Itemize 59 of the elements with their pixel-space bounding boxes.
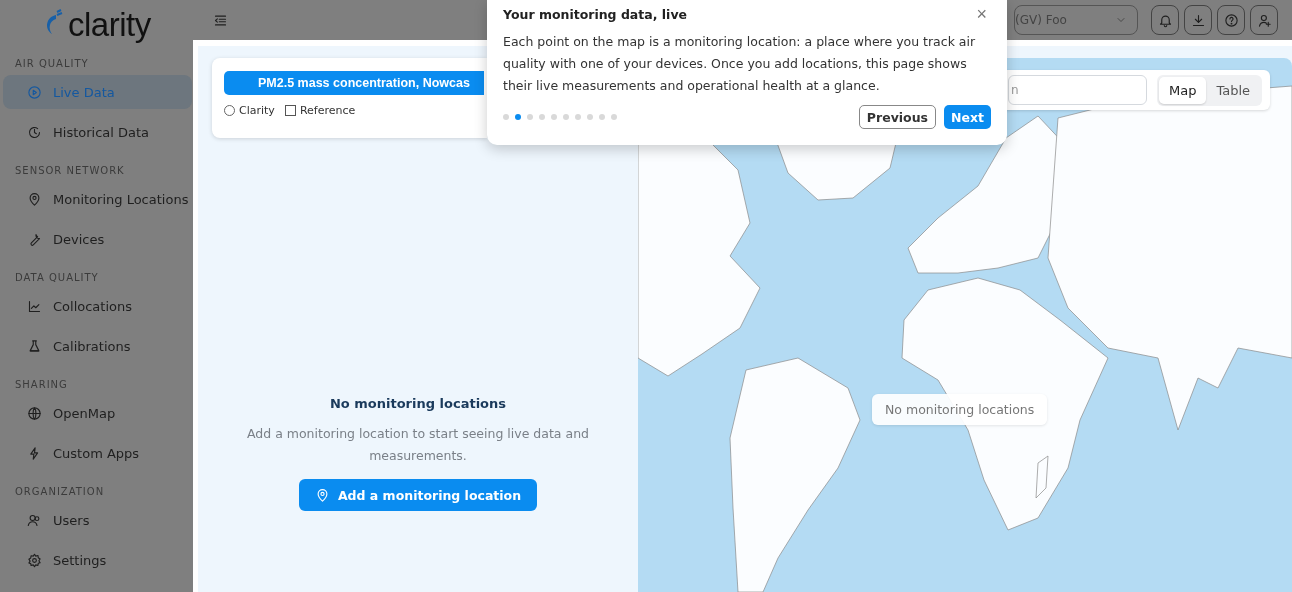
section-heading: SENSOR NETWORK [14, 164, 126, 178]
sidebar-item[interactable]: OpenMap [3, 396, 192, 430]
add-location-button[interactable]: Add a monitoring location [298, 479, 538, 511]
checkbox[interactable] [284, 105, 296, 116]
step-dot[interactable] [611, 114, 617, 120]
empty-state-title: No monitoring locations [329, 396, 507, 411]
sidebar-item[interactable]: Historical Data [3, 115, 192, 149]
globe-icon [27, 405, 42, 421]
step-dot[interactable] [515, 114, 521, 120]
next-button[interactable]: Next [944, 105, 991, 129]
close-button[interactable]: × [972, 4, 991, 25]
user-add-button[interactable] [1250, 5, 1278, 35]
section-heading: DATA QUALITY [14, 271, 100, 285]
clock-icon [27, 124, 42, 140]
organization-select[interactable]: (GV) Foo [1014, 5, 1138, 35]
help-icon [1223, 12, 1239, 28]
step-dot[interactable] [563, 114, 569, 120]
sidebar-item[interactable]: Settings [3, 543, 192, 577]
step-dot[interactable] [503, 114, 509, 120]
sidebar-item[interactable]: Custom Apps [3, 436, 192, 470]
bell-button[interactable] [1151, 5, 1179, 35]
search-field[interactable]: n [1008, 75, 1147, 105]
sidebar-item[interactable]: Devices [3, 222, 192, 256]
line-chart-icon [27, 298, 42, 314]
sidebar-item[interactable]: Monitoring Locations [3, 182, 192, 216]
previous-button[interactable]: Previous [858, 105, 936, 129]
section-heading: SHARING [14, 378, 69, 392]
empty-state-message: Add a monitoring location to start seeing live data and measurements. [245, 425, 591, 465]
logo-text: clarity [68, 7, 151, 41]
map-empty-label: No monitoring locations [872, 394, 1048, 425]
option-label: Reference [299, 104, 356, 117]
wrench-icon [27, 231, 42, 247]
play-circle-icon [27, 84, 42, 100]
sidebar-item[interactable]: Collocations [3, 289, 192, 323]
user-add-icon [1256, 12, 1272, 28]
sidebar-item[interactable]: Users [3, 503, 192, 537]
step-dot[interactable] [599, 114, 605, 120]
view-tab[interactable]: Table [1206, 77, 1261, 104]
step-dot[interactable] [587, 114, 593, 120]
section-heading: AIR QUALITY [14, 57, 90, 71]
help-button[interactable] [1217, 5, 1245, 35]
step-dot[interactable] [527, 114, 533, 120]
tour-title: Your monitoring data, live [503, 7, 687, 22]
download-button[interactable] [1184, 5, 1212, 35]
location-pin-icon [27, 191, 42, 207]
step-dot[interactable] [539, 114, 545, 120]
download-icon [1190, 12, 1206, 28]
sidebar-item[interactable]: Calibrations [3, 329, 192, 363]
step-dot[interactable] [551, 114, 557, 120]
gear-icon [27, 552, 42, 568]
bell-icon [1157, 12, 1173, 28]
users-icon [27, 512, 42, 528]
metric-button[interactable]: PM2.5 mass concentration, Nowcas [224, 71, 484, 95]
collapse-menu-icon [213, 12, 228, 28]
option-label: Clarity [239, 104, 275, 117]
flask-icon [27, 338, 42, 354]
step-dot[interactable] [575, 114, 581, 120]
section-heading: ORGANIZATION [14, 485, 106, 499]
view-tab[interactable]: Map [1159, 77, 1207, 104]
